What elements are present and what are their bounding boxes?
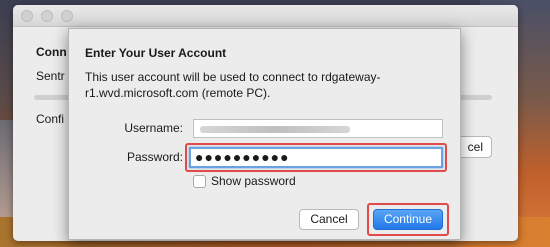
- close-window-icon[interactable]: [21, 9, 33, 22]
- user-account-dialog: Enter Your User Account This user accoun…: [68, 28, 461, 240]
- show-password-checkbox[interactable]: [193, 174, 206, 188]
- show-password-label: Show password: [211, 174, 296, 188]
- cancel-button[interactable]: Cancel: [299, 209, 359, 230]
- username-field[interactable]: [193, 119, 443, 138]
- connecting-label: Conn: [36, 45, 67, 59]
- dialog-title: Enter Your User Account: [85, 46, 227, 60]
- password-highlight-box: [185, 143, 447, 172]
- dialog-description: This user account will be used to connec…: [85, 70, 381, 100]
- username-redacted: [200, 126, 350, 133]
- continue-highlight-box: [367, 203, 449, 236]
- window-titlebar: [13, 5, 518, 27]
- show-password-row[interactable]: Show password: [193, 174, 296, 188]
- minimize-window-icon[interactable]: [41, 9, 53, 22]
- password-label: Password:: [126, 150, 183, 164]
- zoom-window-icon[interactable]: [61, 9, 73, 22]
- status-label: Sentr: [36, 69, 65, 83]
- config-label: Confi: [36, 112, 65, 126]
- username-label: Username:: [124, 121, 183, 135]
